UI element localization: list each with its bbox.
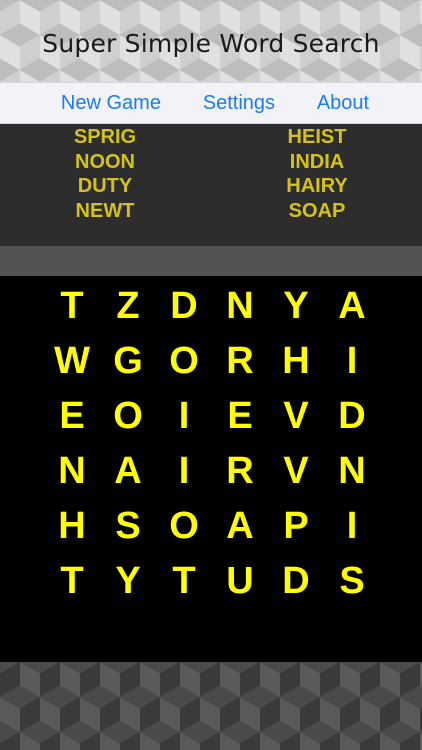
grid-cell[interactable]: D xyxy=(268,554,324,609)
word-item: HAIRY xyxy=(286,175,348,197)
footer-texture xyxy=(0,662,422,750)
grid-cell[interactable]: W xyxy=(44,334,100,389)
grid-cell[interactable]: O xyxy=(156,499,212,554)
grid-cell[interactable]: A xyxy=(324,279,380,334)
grid-cell[interactable]: Y xyxy=(100,554,156,609)
grid-cell[interactable]: P xyxy=(268,499,324,554)
grid-cell[interactable]: G xyxy=(100,334,156,389)
grid-cell[interactable]: H xyxy=(44,499,100,554)
word-item: NEWT xyxy=(75,199,135,222)
grid-cell[interactable]: N xyxy=(44,444,100,499)
menu-bar: New Game Settings About xyxy=(0,82,422,124)
grid-cell[interactable]: A xyxy=(100,444,156,499)
grid-cell[interactable]: T xyxy=(44,279,100,334)
word-list-right: HEIST INDIA HAIRY SOAP xyxy=(232,124,402,246)
grid-cell[interactable]: D xyxy=(156,279,212,334)
word-item: SPRIG xyxy=(73,126,137,148)
grid-cell[interactable]: N xyxy=(324,444,380,499)
grid-cell[interactable]: T xyxy=(156,554,212,609)
grid-cell[interactable]: H xyxy=(268,334,324,389)
grid-cell[interactable]: R xyxy=(212,444,268,499)
grid-cell[interactable]: O xyxy=(100,389,156,444)
grid-cell[interactable]: U xyxy=(212,554,268,609)
word-item: SOAP xyxy=(288,199,346,222)
grid-cell[interactable]: S xyxy=(324,554,380,609)
app-title: Super Simple Word Search xyxy=(42,28,380,58)
grid-cell[interactable]: N xyxy=(212,279,268,334)
letter-grid[interactable]: T Z D N Y A W G O R H I E O I E V D N A … xyxy=(44,276,380,609)
new-game-button[interactable]: New Game xyxy=(61,92,161,115)
word-list-panel: SPRIG NOON DUTY NEWT HEIST INDIA HAIRY S… xyxy=(0,124,422,246)
word-item: DUTY xyxy=(77,175,133,197)
grid-cell[interactable]: E xyxy=(44,389,100,444)
grid-cell[interactable]: Z xyxy=(100,279,156,334)
status-strip xyxy=(0,246,422,276)
grid-cell[interactable]: V xyxy=(268,389,324,444)
grid-cell[interactable]: O xyxy=(156,334,212,389)
grid-cell[interactable]: I xyxy=(156,389,212,444)
grid-cell[interactable]: I xyxy=(324,334,380,389)
title-bar: Super Simple Word Search xyxy=(0,0,422,82)
grid-cell[interactable]: V xyxy=(268,444,324,499)
about-button[interactable]: About xyxy=(317,92,369,115)
puzzle-board[interactable]: T Z D N Y A W G O R H I E O I E V D N A … xyxy=(0,276,422,662)
grid-cell[interactable]: E xyxy=(212,389,268,444)
grid-cell[interactable]: T xyxy=(44,554,100,609)
grid-cell[interactable]: A xyxy=(212,499,268,554)
grid-cell[interactable]: I xyxy=(324,499,380,554)
word-item: INDIA xyxy=(289,150,345,173)
grid-cell[interactable]: Y xyxy=(268,279,324,334)
word-list-left: SPRIG NOON DUTY NEWT xyxy=(20,124,190,246)
grid-cell[interactable]: R xyxy=(212,334,268,389)
word-item: NOON xyxy=(75,150,135,173)
grid-cell[interactable]: D xyxy=(324,389,380,444)
app-screen: Super Simple Word Search New Game Settin… xyxy=(0,0,422,750)
word-item: HEIST xyxy=(287,126,347,148)
grid-cell[interactable]: S xyxy=(100,499,156,554)
grid-cell[interactable]: I xyxy=(156,444,212,499)
settings-button[interactable]: Settings xyxy=(203,92,275,115)
